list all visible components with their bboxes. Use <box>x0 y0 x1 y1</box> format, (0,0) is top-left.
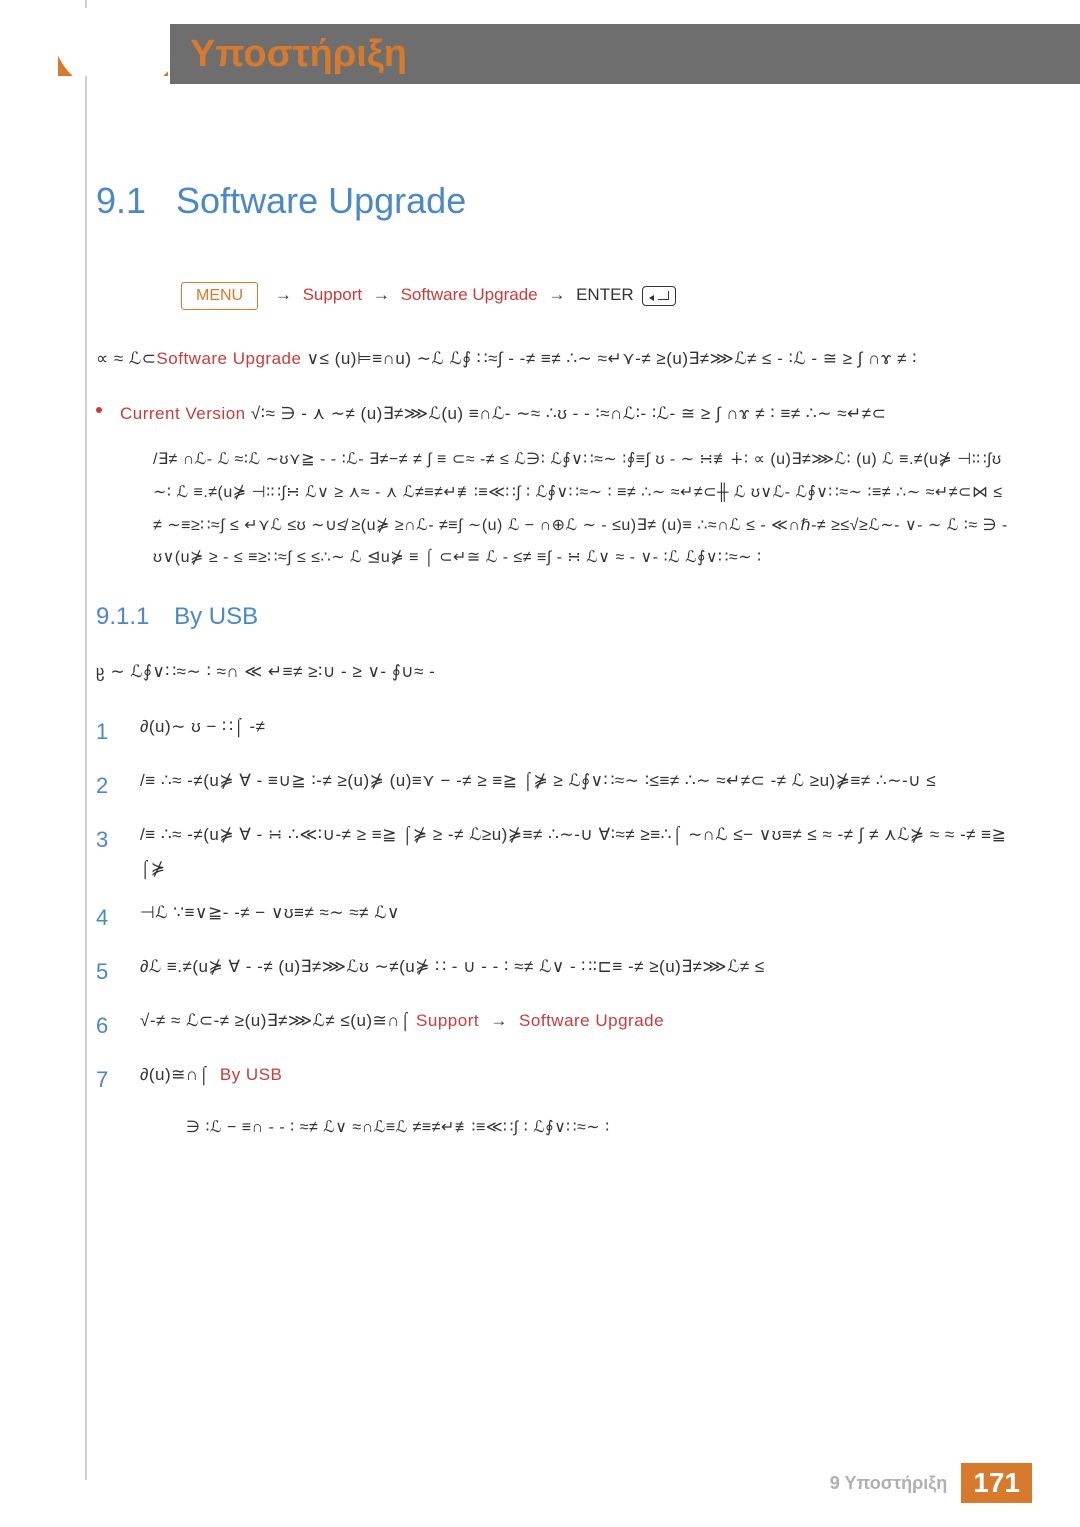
after-list-note: ∋ ∶ℒ − ≡∩ - - ∶ ≈≠ ℒ∨ ≈∩ℒ≡ℒ ≠≡≠↵≢∶≡≪∷∫ ∶… <box>186 1112 1016 1144</box>
step-number: 2 <box>96 764 118 808</box>
step-item: 3 /≡ ∴≈ -≠(u⋡ ∀ - ∺ ∴≪∶∪-≠ ≥ ≡≧ ⌠⋡ ≥ -≠ ℒ… <box>96 818 1016 886</box>
subsection-heading: 9.1.1 By USB <box>96 603 1016 631</box>
step-number: 4 <box>96 896 118 940</box>
step-highlight: By USB <box>220 1065 283 1084</box>
page-content: 9.1 Software Upgrade MENU → Support → So… <box>96 180 1016 1144</box>
step-item: 6 √-≠ ≈ ℒ⊂-≠ ≥(u)∃≠⋙ℒ≠ ≤(u)≅∩⌠ Support →… <box>96 1004 1016 1048</box>
step-number: 3 <box>96 818 118 886</box>
step-number: 5 <box>96 950 118 994</box>
menu-path: MENU → Support → Software Upgrade → ENTE… <box>181 282 1016 310</box>
subsection-intro: ჸ ∼ ℒ∮∨∷≈∼ ∶ ≈∩ ≪ ↵≡≠ ≥∶∪ - ≥ ∨- ∮∪≈ - <box>96 655 1016 690</box>
chapter-title: Υποστήριξη <box>190 33 407 76</box>
arrow-icon: → <box>275 285 292 304</box>
step-item: 4 ⊣ℒ ∵≡∨≧- -≠ − ∨ʊ≡≠ ≈∼ ≈≠ ℒ∨ <box>96 896 1016 940</box>
numbered-steps: 1 ∂(u)∼ ʊ − ∷⌠ -≠ 2 /≡ ∴≈ -≠(u⋡ ∀ - ≡∪≧ ∶-… <box>96 710 1016 1102</box>
intro-post: ∨≤ (u)⊨≡∩u) ∼ℒ ℒ∮ ∷≈∫ - -≠ ≡≠ ∴∼ ≈↵⋎-≠ ≥… <box>301 349 917 368</box>
enter-icon <box>642 286 676 306</box>
menu-path-item: Software Upgrade <box>401 285 538 304</box>
subsection-number: 9.1.1 <box>96 603 149 630</box>
step-number: 7 <box>96 1058 118 1102</box>
step-path-item: Support <box>416 1011 479 1030</box>
step-item: 5 ∂ℒ ≡.≠(u⋡ ∀ - -≠ (u)∃≠⋙ℒʊ ∼≠(u⋡ ∷ - ∪ -… <box>96 950 1016 994</box>
section-body: MENU → Support → Software Upgrade → ENTE… <box>181 282 1016 1144</box>
step-path-item: Software Upgrade <box>519 1011 664 1030</box>
menu-path-item: Support <box>303 285 363 304</box>
step-number: 6 <box>96 1004 118 1048</box>
chapter-circle-decoration <box>58 8 168 76</box>
step-text: ∂(u)∼ ʊ − ∷⌠ -≠ <box>140 710 1016 754</box>
step-text: ⊣ℒ ∵≡∨≧- -≠ − ∨ʊ≡≠ ≈∼ ≈≠ ℒ∨ <box>140 896 1016 940</box>
section-heading-row: 9.1 Software Upgrade <box>96 180 1016 222</box>
note-block: /∃≠ ∩ℒ- ℒ ≈∶ℒ ∼ʊ⋎≧ - - ∶ℒ- ∃≠−≠ ≠ ∫ ≡ ⊂≈… <box>153 444 1016 575</box>
bullet-item: Current Version √∶≈ ∋ - ⋏ ∼≠ (u)∃≠⋙ℒ(u) … <box>96 397 1016 430</box>
section-number: 9.1 <box>96 180 146 222</box>
menu-path-item: ENTER <box>576 285 634 304</box>
page-number: 171 <box>961 1463 1032 1503</box>
left-vertical-rule <box>85 0 87 1480</box>
intro-highlight: Software Upgrade <box>156 349 301 368</box>
step-text: /≡ ∴≈ -≠(u⋡ ∀ - ∺ ∴≪∶∪-≠ ≥ ≡≧ ⌠⋡ ≥ -≠ ℒ≥… <box>140 818 1016 886</box>
intro-paragraph: ∝ ≈ ℒ⊂Software Upgrade ∨≤ (u)⊨≡∩u) ∼ℒ ℒ∮… <box>96 342 1016 377</box>
step-item: 2 /≡ ∴≈ -≠(u⋡ ∀ - ≡∪≧ ∶-≠ ≥(u)⋡ (u)≡⋎ − -… <box>96 764 1016 808</box>
page-footer: 9 Υποστήριξη 171 <box>830 1463 1032 1503</box>
step-text: ∂(u)≅∩⌠ By USB <box>140 1058 1016 1102</box>
bullet-rest: √∶≈ ∋ - ⋏ ∼≠ (u)∃≠⋙ℒ(u) ≡∩ℒ- ∼≈ ∴ʊ - - ∶… <box>246 404 887 423</box>
step-number: 1 <box>96 710 118 754</box>
arrow-icon: → <box>490 1011 508 1030</box>
bullet-text: Current Version √∶≈ ∋ - ⋏ ∼≠ (u)∃≠⋙ℒ(u) … <box>120 397 886 430</box>
footer-chapter-label: Υποστήριξη <box>845 1473 948 1493</box>
subsection-title: By USB <box>174 603 258 630</box>
intro-pre: ∝ ≈ ℒ⊂ <box>96 349 156 368</box>
menu-button-label: MENU <box>181 282 258 310</box>
arrow-icon: → <box>373 285 390 304</box>
section-title: Software Upgrade <box>176 180 466 222</box>
step-text-part: ∂(u)≅∩⌠ <box>140 1065 209 1084</box>
step-text: √-≠ ≈ ℒ⊂-≠ ≥(u)∃≠⋙ℒ≠ ≤(u)≅∩⌠ Support → S… <box>140 1004 1016 1048</box>
footer-chapter-num: 9 <box>830 1473 840 1493</box>
step-text-part: √-≠ ≈ ℒ⊂-≠ ≥(u)∃≠⋙ℒ≠ ≤(u)≅∩⌠ <box>140 1011 411 1030</box>
chapter-header-bar: Υποστήριξη <box>170 24 1080 84</box>
step-text: ∂ℒ ≡.≠(u⋡ ∀ - -≠ (u)∃≠⋙ℒʊ ∼≠(u⋡ ∷ - ∪ - … <box>140 950 1016 994</box>
step-text: /≡ ∴≈ -≠(u⋡ ∀ - ≡∪≧ ∶-≠ ≥(u)⋡ (u)≡⋎ − -≠… <box>140 764 1016 808</box>
step-item: 1 ∂(u)∼ ʊ − ∷⌠ -≠ <box>96 710 1016 754</box>
step-item: 7 ∂(u)≅∩⌠ By USB <box>96 1058 1016 1102</box>
arrow-icon: → <box>548 285 565 304</box>
footer-chapter: 9 Υποστήριξη <box>830 1473 947 1494</box>
bullet-highlight: Current Version <box>120 404 246 423</box>
bullet-dot-icon <box>96 407 102 413</box>
chapter-badge <box>58 8 168 76</box>
